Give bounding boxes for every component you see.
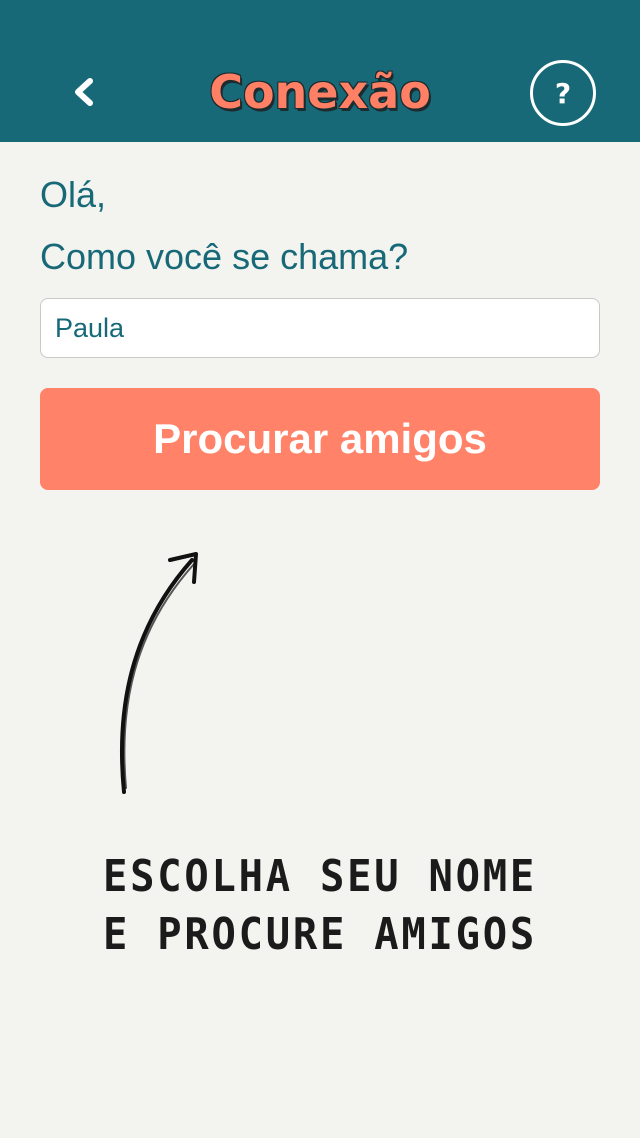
hint-text: ESCOLHA SEU NOME E PROCURE AMIGOS bbox=[81, 848, 559, 964]
help-label: ? bbox=[554, 76, 572, 110]
hand-drawn-arrow-icon bbox=[119, 552, 198, 794]
search-friends-button[interactable]: Procurar amigos bbox=[40, 388, 600, 490]
name-input[interactable] bbox=[40, 298, 600, 358]
header-bar: Conexão ? bbox=[0, 0, 640, 142]
chevron-left-icon bbox=[75, 78, 93, 106]
greeting-text: Olá, bbox=[40, 174, 107, 215]
hint-line-1: ESCOLHA SEU NOME bbox=[102, 851, 538, 902]
hint-line-2: E PROCURE AMIGOS bbox=[102, 909, 538, 960]
name-question: Como você se chama? bbox=[40, 236, 409, 277]
help-button[interactable]: ? bbox=[530, 60, 596, 126]
back-button[interactable] bbox=[56, 62, 112, 122]
